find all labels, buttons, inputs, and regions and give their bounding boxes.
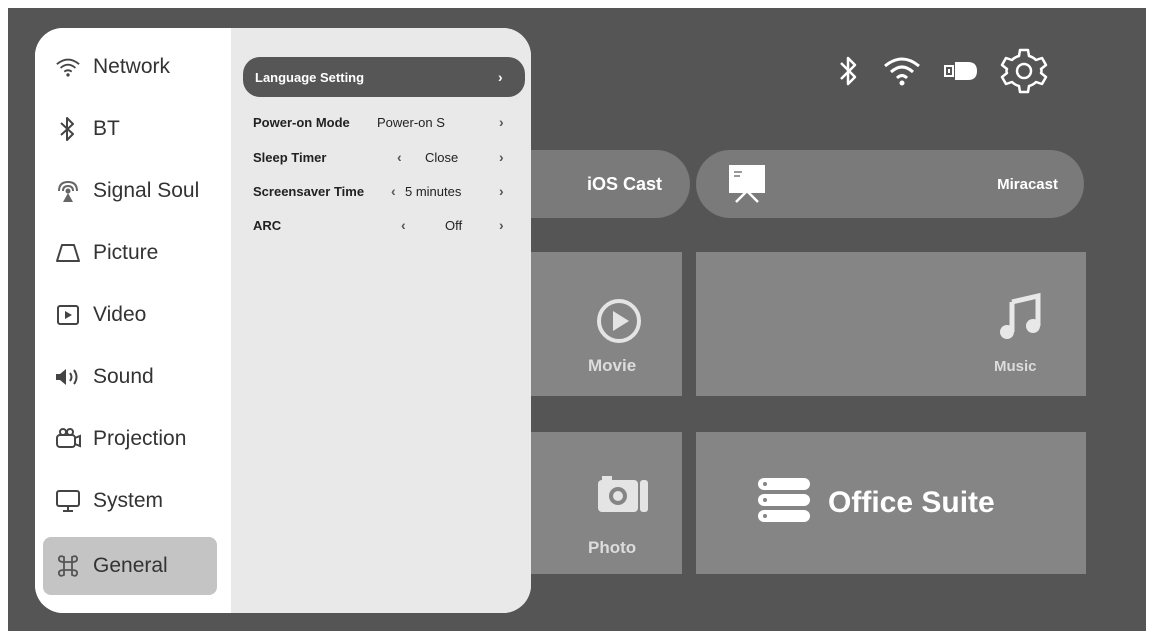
chevron-right-icon[interactable]: ›	[499, 149, 504, 165]
music-label: Music	[994, 358, 1037, 375]
play-circle-icon	[596, 298, 642, 349]
speaker-icon	[55, 364, 81, 390]
screensaver-time-value: 5 minutes	[405, 183, 462, 199]
sidebar-item-label: Signal Soul	[93, 179, 200, 202]
chevron-right-icon[interactable]: ›	[499, 114, 504, 130]
sidebar-item-label: Picture	[93, 241, 159, 264]
input-source-icon	[944, 60, 978, 82]
sidebar-item-label: BT	[93, 117, 120, 140]
arc-title: ARC	[253, 217, 282, 233]
video-icon	[55, 302, 81, 328]
chevron-left-icon[interactable]: ‹	[401, 217, 406, 233]
arc-value: Off	[445, 217, 463, 233]
sidebar-item-picture[interactable]: Picture	[43, 225, 217, 281]
sidebar-item-network[interactable]: Network	[43, 39, 217, 95]
bluetooth-icon	[838, 54, 860, 88]
wifi-icon	[55, 54, 81, 80]
signal-source-icon	[55, 178, 81, 204]
miracast-label: Miracast	[997, 175, 1058, 193]
screensaver-time-row[interactable]: Screensaver Time ‹ 5 minutes ›	[253, 174, 531, 208]
monitor-icon	[55, 488, 81, 514]
projection-icon	[55, 426, 81, 452]
sidebar-item-label: System	[93, 489, 164, 512]
chevron-left-icon[interactable]: ‹	[397, 149, 402, 165]
chevron-right-icon[interactable]: ›	[499, 217, 504, 233]
music-note-icon	[998, 292, 1042, 347]
settings-sidebar: Network BT Signal Soul Picture Video Sou…	[35, 28, 231, 613]
language-setting-row[interactable]: Language Setting ›	[243, 57, 525, 97]
bluetooth-icon	[55, 116, 81, 142]
power-on-mode-value: Power-on S	[377, 114, 445, 130]
general-settings-panel: Language Setting › Power-on Mode Power-o…	[231, 28, 531, 613]
photo-label: Photo	[588, 538, 637, 557]
sleep-timer-row[interactable]: Sleep Timer ‹ Close ›	[253, 140, 531, 174]
sidebar-item-label: General	[93, 554, 168, 577]
office-stack-icon	[756, 476, 812, 529]
sidebar-item-sound[interactable]: Sound	[43, 349, 217, 405]
settings-gear-icon[interactable]	[1000, 47, 1048, 95]
sidebar-item-label: Sound	[93, 365, 154, 388]
sidebar-item-label: Video	[93, 303, 147, 326]
power-on-mode-row[interactable]: Power-on Mode Power-on S ›	[253, 105, 531, 139]
sidebar-item-video[interactable]: Video	[43, 287, 217, 343]
miracast-button[interactable]: Miracast	[696, 150, 1084, 218]
settings-menu: Network BT Signal Soul Picture Video Sou…	[35, 28, 531, 613]
screensaver-time-title: Screensaver Time	[253, 183, 365, 199]
ios-cast-label: iOS Cast	[586, 173, 662, 194]
music-tile[interactable]: Music	[696, 252, 1086, 396]
sidebar-item-label: Network	[93, 55, 171, 78]
sleep-timer-title: Sleep Timer	[253, 149, 327, 165]
camera-icon	[596, 472, 652, 519]
status-bar	[838, 46, 1048, 96]
office-suite-tile[interactable]: Office Suite	[696, 432, 1086, 574]
chevron-left-icon[interactable]: ‹	[391, 183, 396, 199]
sidebar-item-projection[interactable]: Projection	[43, 411, 217, 467]
wifi-icon	[882, 56, 922, 86]
office-suite-label: Office Suite	[828, 486, 995, 519]
sleep-timer-value: Close	[425, 149, 459, 165]
home-screen: iOS Cast Miracast Movie Music Photo Offi…	[8, 8, 1146, 631]
sidebar-item-system[interactable]: System	[43, 473, 217, 529]
movie-label: Movie	[588, 356, 637, 375]
command-icon	[55, 553, 81, 579]
arc-row[interactable]: ARC ‹ Off ›	[253, 208, 531, 242]
chevron-right-icon[interactable]: ›	[499, 183, 504, 199]
sidebar-item-signal-soul[interactable]: Signal Soul	[43, 163, 217, 219]
chevron-right-icon: ›	[498, 69, 503, 85]
picture-icon	[55, 240, 81, 266]
power-on-mode-title: Power-on Mode	[253, 114, 350, 130]
miracast-icon	[728, 164, 766, 208]
sidebar-item-bt[interactable]: BT	[43, 101, 217, 157]
sidebar-item-general[interactable]: General	[43, 537, 217, 595]
sidebar-item-label: Projection	[93, 427, 187, 450]
language-setting-title: Language Setting	[255, 69, 365, 85]
